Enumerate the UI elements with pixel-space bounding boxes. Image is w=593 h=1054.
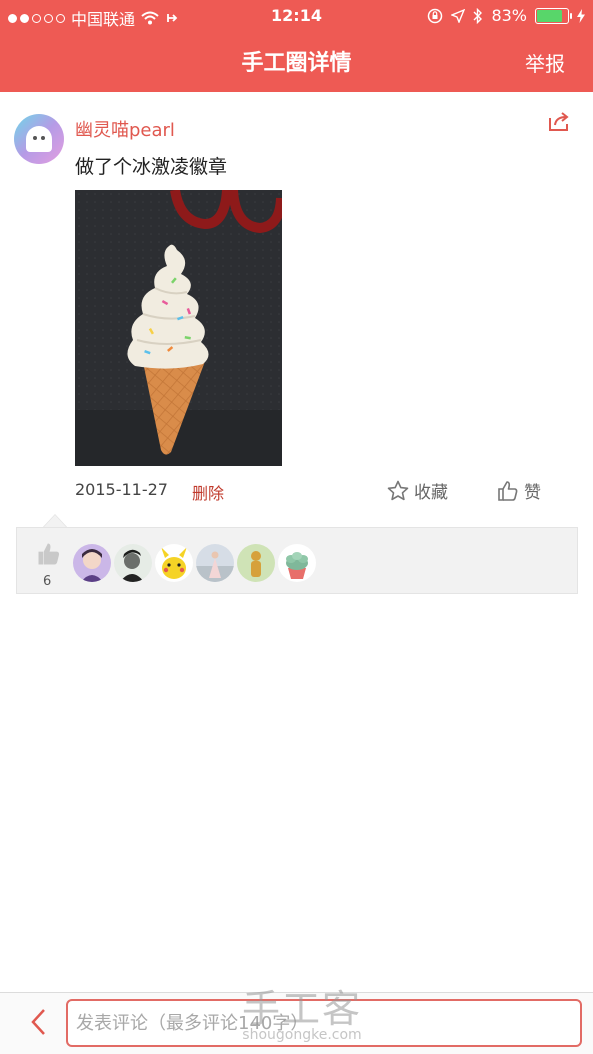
likers-panel: 6 [16, 527, 578, 594]
avatar-bride-icon [196, 544, 234, 582]
back-chevron-icon[interactable] [28, 1007, 50, 1037]
post-photo[interactable] [75, 190, 282, 466]
liker-avatar[interactable] [114, 544, 152, 582]
post-date: 2015-11-27 [75, 480, 168, 499]
favorite-button[interactable]: 收藏 [386, 478, 448, 503]
liker-avatar[interactable] [196, 544, 234, 582]
avatar-girl-icon [73, 544, 111, 582]
ghost-cat-icon [26, 126, 52, 152]
page-title: 手工圈详情 [241, 51, 352, 76]
charging-icon [577, 8, 585, 23]
likes-panel-pointer [42, 514, 68, 528]
avatar-gold-figure-icon [237, 544, 275, 582]
status-right: 83% [427, 6, 585, 25]
rotation-lock-icon [428, 8, 443, 23]
top-bar: 中国联通 12:14 83% 手工圈详情 举报 [0, 0, 593, 92]
avatar-pikachu-icon [155, 544, 193, 582]
like-label: 赞 [524, 483, 541, 503]
thumbs-up-icon [38, 543, 60, 565]
comment-bar [0, 992, 593, 1054]
liker-avatar[interactable] [155, 544, 193, 582]
battery-icon [535, 7, 572, 24]
ice-cream-badge-photo-icon [75, 190, 282, 466]
post-text: 做了个冰激凌徽章 [75, 156, 228, 178]
like-button[interactable]: 赞 [496, 478, 541, 503]
delete-button[interactable]: 删除 [192, 480, 224, 504]
thumbs-up-icon [498, 480, 518, 501]
liker-avatar[interactable] [278, 544, 316, 582]
author-username[interactable]: 幽灵喵pearl [75, 116, 175, 142]
author-avatar[interactable] [14, 114, 64, 164]
status-bar: 中国联通 12:14 83% [0, 0, 593, 32]
favorite-label: 收藏 [414, 483, 448, 503]
avatar-succulent-icon [278, 544, 316, 582]
bluetooth-icon [473, 7, 483, 24]
battery-percent: 83% [491, 6, 527, 25]
share-icon[interactable] [547, 110, 571, 132]
report-button[interactable]: 举报 [525, 48, 565, 77]
liker-avatar[interactable] [237, 544, 275, 582]
comment-input[interactable] [66, 999, 582, 1047]
location-icon [451, 8, 466, 23]
likes-count: 6 [43, 574, 52, 589]
liker-avatar[interactable] [73, 544, 111, 582]
star-icon [387, 480, 409, 500]
avatar-boy-icon [114, 544, 152, 582]
